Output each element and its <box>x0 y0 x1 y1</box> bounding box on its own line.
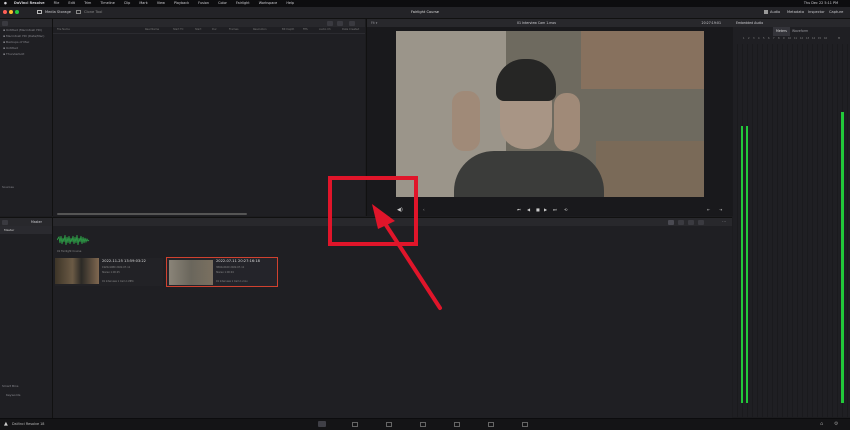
annotation-arrow-head <box>372 204 395 229</box>
annotation-arrow-shaft <box>382 220 442 310</box>
annotation-highlight-box <box>328 176 418 246</box>
annotation-overlay <box>328 176 442 310</box>
